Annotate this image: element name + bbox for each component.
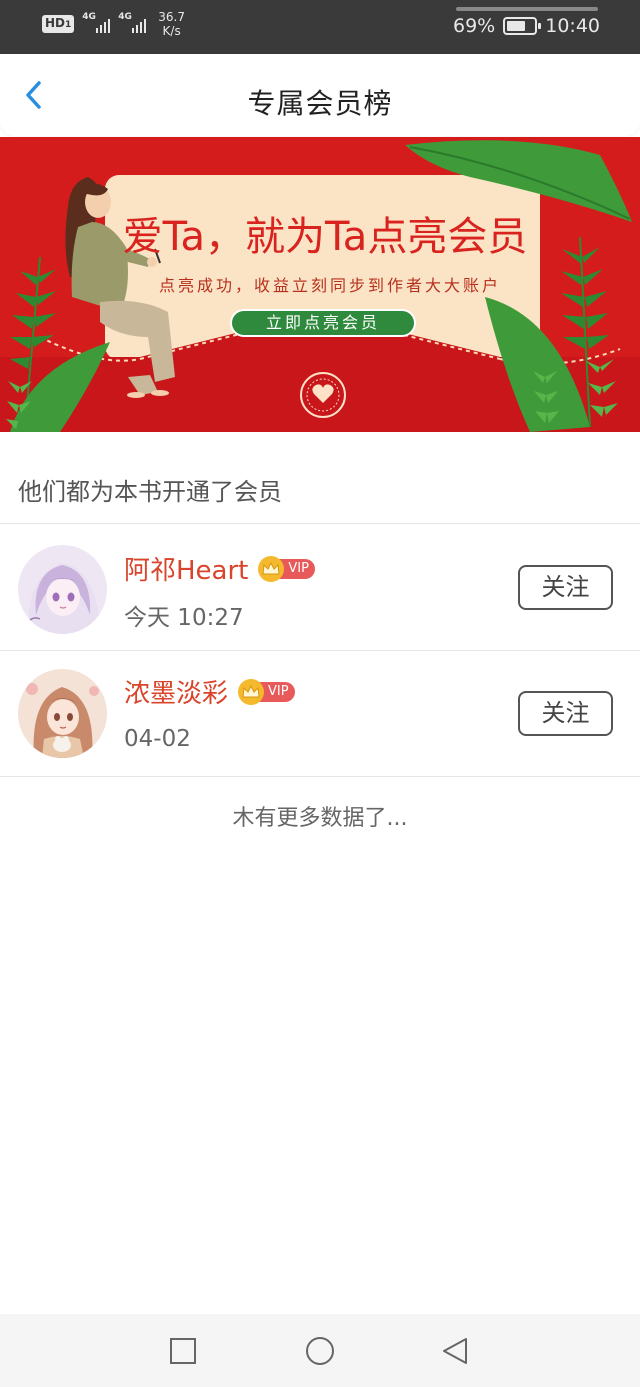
- battery-icon: [503, 17, 542, 35]
- back-nav-button[interactable]: [440, 1336, 470, 1366]
- battery-fill: [507, 21, 526, 31]
- home-button[interactable]: [305, 1336, 335, 1366]
- member-name-line: 浓墨淡彩 VIP: [124, 673, 295, 710]
- follow-button[interactable]: 关注: [518, 565, 613, 610]
- vip-badge: VIP: [238, 678, 295, 705]
- crown-icon: [258, 555, 285, 582]
- banner-cta-button[interactable]: 立即点亮会员: [230, 309, 416, 337]
- square-icon: [170, 1338, 196, 1364]
- vip-badge: VIP: [258, 555, 315, 582]
- avatar-anime-girl-lilac: [18, 545, 107, 634]
- signal-icon-2: 4G: [118, 12, 147, 35]
- promo-banner[interactable]: 爱Ta，就为Ta点亮会员 点亮成功，收益立刻同步到作者大大账户 立即点亮会员: [0, 137, 640, 432]
- signal-icon: 4G: [82, 12, 111, 35]
- status-bar: HD1 4G 4G 36.7 K/s 69% 10:40: [0, 0, 640, 54]
- divider: [0, 776, 640, 777]
- hd-icon: HD1: [42, 15, 75, 33]
- member-join-time: 今天 10:27: [124, 605, 244, 631]
- member-name[interactable]: 浓墨淡彩: [124, 673, 228, 710]
- avatar-anime-girl-pink: [18, 669, 107, 758]
- banner-content: 爱Ta，就为Ta点亮会员 点亮成功，收益立刻同步到作者大大账户 立即点亮会员: [0, 137, 640, 432]
- member-row[interactable]: 浓墨淡彩 VIP 04-02 关注: [0, 651, 640, 777]
- recent-apps-button[interactable]: [168, 1336, 198, 1366]
- status-left: HD1 4G 4G 36.7 K/s: [42, 10, 185, 38]
- triangle-back-icon: [443, 1338, 467, 1364]
- battery-percent: 69%: [453, 15, 496, 37]
- status-right: 69% 10:40: [453, 15, 600, 37]
- banner-subtitle: 点亮成功，收益立刻同步到作者大大账户: [158, 276, 501, 295]
- page-title: 专属会员榜: [247, 87, 393, 120]
- member-row[interactable]: 阿祁Heart VIP 今天 10:27 关注: [0, 524, 640, 650]
- circle-icon: [306, 1337, 334, 1365]
- member-join-time: 04-02: [124, 726, 191, 752]
- banner-title: 爱Ta，就为Ta点亮会员: [122, 214, 528, 260]
- avatar[interactable]: [18, 545, 107, 634]
- avatar[interactable]: [18, 669, 107, 758]
- system-nav-bar: [0, 1314, 640, 1387]
- network-speed: 36.7 K/s: [158, 10, 185, 38]
- app-header: 专属会员榜: [0, 54, 640, 136]
- crown-icon: [238, 678, 265, 705]
- no-more-data-label: 木有更多数据了...: [232, 806, 408, 831]
- member-name-line: 阿祁Heart VIP: [124, 550, 315, 587]
- clock: 10:40: [545, 15, 600, 37]
- member-name[interactable]: 阿祁Heart: [124, 550, 248, 587]
- follow-button[interactable]: 关注: [518, 691, 613, 736]
- section-title: 他们都为本书开通了会员: [18, 478, 282, 506]
- notch-pill: [456, 7, 598, 11]
